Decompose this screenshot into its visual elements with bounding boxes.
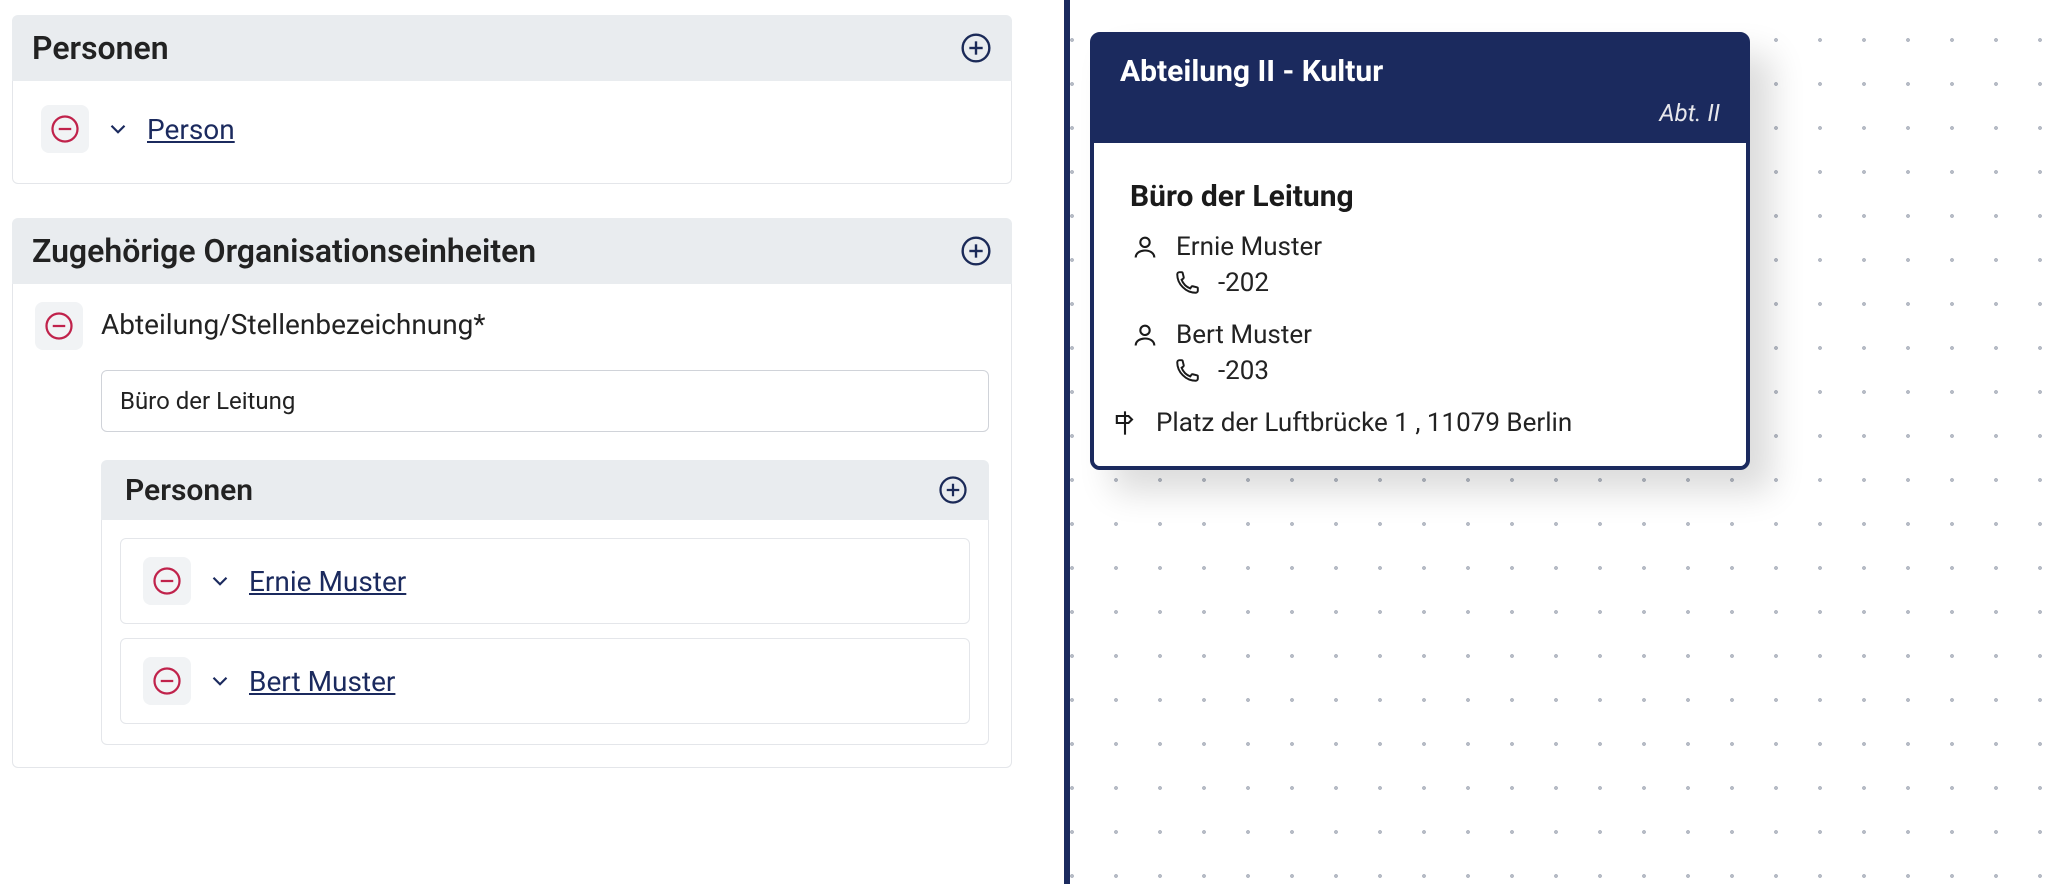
chevron-down-icon [207, 568, 233, 594]
org-card-address-text: Platz der Luftbrücke 1 , 11079 Berlin [1156, 408, 1572, 438]
plus-circle-icon [960, 235, 992, 267]
org-card-person: Ernie Muster [1130, 232, 1710, 262]
add-orgunit-person-button[interactable] [935, 472, 971, 508]
orgunits-header: Zugehörige Organisationseinheiten [12, 218, 1012, 284]
personen-header: Personen [12, 15, 1012, 81]
personen-section: Personen [12, 15, 1012, 184]
add-orgunit-button[interactable] [958, 233, 994, 269]
org-card-body: Büro der Leitung Ernie Muster -202 [1094, 143, 1746, 466]
org-card-phone-number: -202 [1218, 268, 1269, 298]
minus-circle-icon [152, 666, 182, 696]
person-icon [1130, 232, 1160, 262]
preview-panel: Abteilung II - Kultur Abt. II Büro der L… [1038, 0, 2068, 884]
person-icon [1130, 320, 1160, 350]
orgunit-personen-header: Personen [101, 460, 989, 520]
add-person-button[interactable] [958, 30, 994, 66]
orgunit-editor: Abteilung/Stellenbezeichnung* Personen [12, 284, 1012, 768]
orgunit-personen-title: Personen [125, 473, 253, 508]
org-card-phone: -202 [1172, 268, 1710, 298]
orgunit-personen-section: Personen [101, 460, 989, 745]
orgunit-person-row: Bert Muster [120, 638, 970, 724]
personen-row: Person [35, 99, 989, 159]
org-card-subtitle: Abt. II [1120, 99, 1720, 127]
signpost-icon [1110, 408, 1140, 438]
orgunit-person-row: Ernie Muster [120, 538, 970, 624]
orgunits-section: Zugehörige Organisationseinheiten [12, 218, 1012, 768]
orgunit-name-input[interactable] [101, 370, 989, 432]
orgunit-field-label: Abteilung/Stellenbezeichnung* [101, 302, 485, 341]
person-link[interactable]: Person [147, 113, 235, 146]
minus-circle-icon [44, 311, 74, 341]
org-card-person: Bert Muster [1130, 320, 1710, 350]
org-card-phone-number: -203 [1218, 356, 1269, 386]
org-card-title: Abteilung II - Kultur [1120, 54, 1720, 89]
phone-icon [1172, 268, 1202, 298]
org-card-phone: -203 [1172, 356, 1710, 386]
org-card-section-title: Büro der Leitung [1130, 179, 1710, 214]
orgunit-row-header: Abteilung/Stellenbezeichnung* [35, 302, 989, 350]
orgunit-person-link[interactable]: Ernie Muster [249, 565, 406, 598]
plus-circle-icon [938, 475, 968, 505]
expand-person-toggle[interactable] [105, 116, 131, 142]
minus-circle-icon [50, 114, 80, 144]
remove-person-button[interactable] [41, 105, 89, 153]
form-panel: Personen [12, 15, 1012, 802]
orgunit-person-link[interactable]: Bert Muster [249, 665, 395, 698]
chevron-down-icon [207, 668, 233, 694]
org-card-person-name: Bert Muster [1176, 320, 1312, 350]
minus-circle-icon [152, 566, 182, 596]
remove-orgunit-button[interactable] [35, 302, 83, 350]
tree-connector-line [1064, 0, 1070, 884]
plus-circle-icon [960, 32, 992, 64]
chevron-down-icon [105, 116, 131, 142]
remove-orgunit-person-button[interactable] [143, 557, 191, 605]
personen-body: Person [12, 81, 1012, 184]
orgunit-personen-body: Ernie Muster [101, 520, 989, 745]
orgunits-title: Zugehörige Organisationseinheiten [32, 232, 536, 270]
expand-orgunit-person-toggle[interactable] [207, 668, 233, 694]
org-card-header: Abteilung II - Kultur Abt. II [1094, 36, 1746, 143]
org-card-address: Platz der Luftbrücke 1 , 11079 Berlin [1110, 408, 1710, 438]
org-card[interactable]: Abteilung II - Kultur Abt. II Büro der L… [1090, 32, 1750, 470]
remove-orgunit-person-button[interactable] [143, 657, 191, 705]
personen-title: Personen [32, 29, 169, 67]
org-card-person-name: Ernie Muster [1176, 232, 1322, 262]
expand-orgunit-person-toggle[interactable] [207, 568, 233, 594]
phone-icon [1172, 356, 1202, 386]
